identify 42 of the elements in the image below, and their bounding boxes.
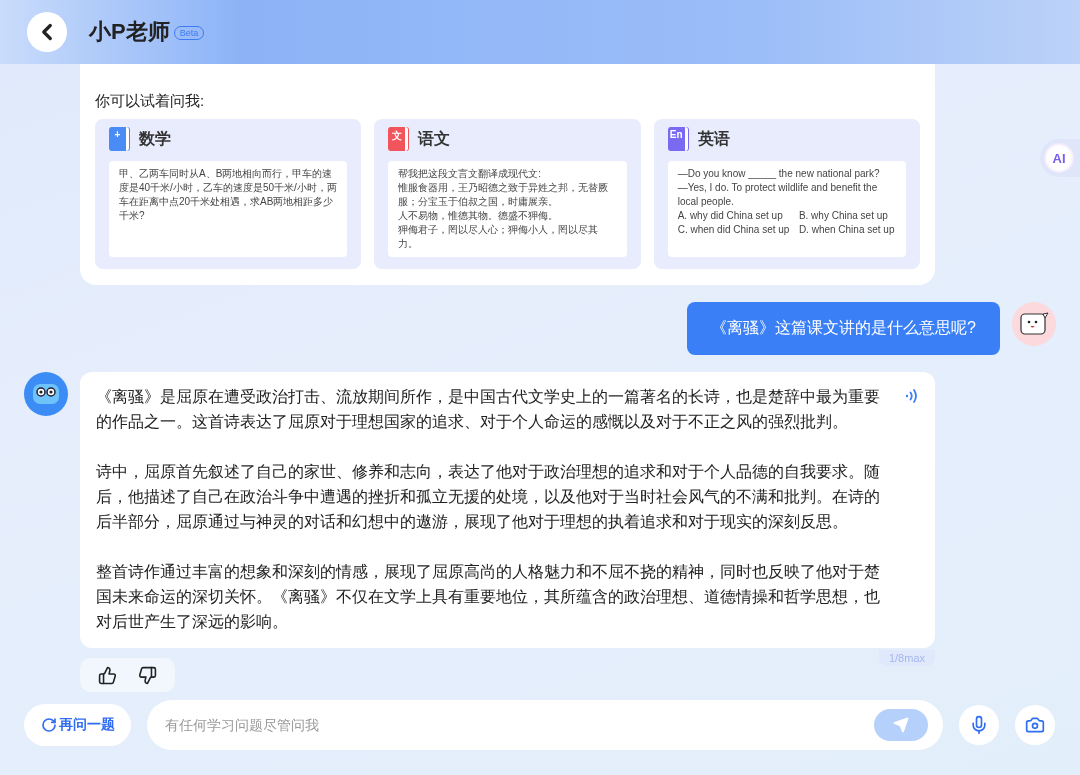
- answer-option: C. when did China set up: [677, 223, 791, 237]
- camera-button[interactable]: [1015, 705, 1055, 745]
- subject-card[interactable]: + 数学 甲、乙两车同时从A、B两地相向而行，甲车的速度是40千米/小时，乙车的速度是50千米/小时，两车在距离中点20千米处相遇，求AB两地相距多少千米?: [95, 119, 362, 269]
- question-line: —Do you know _____ the new national park?: [677, 167, 881, 181]
- subject-card[interactable]: 文 语文 帮我把这段文言文翻译成现代文: 惟服食器用，王乃昭德之致于异姓之邦，无替厥服；分宝玉于伯叔之国，时庸展亲。 人不易物，惟德其物。德盛不狎侮。 狎侮君子，罔以尽人心；狎侮小人，罔以尽其力。: [374, 119, 641, 269]
- subject-title: 数学: [139, 128, 171, 149]
- question-line: 帮我把这段文言文翻译成现代文:: [398, 167, 543, 181]
- microphone-icon[interactable]: [969, 715, 989, 735]
- answer-counter: 1/8max: [878, 650, 935, 666]
- question-line: 甲、乙两车同时从A、B两地相向而行，甲车的速度是40千米/小时，乙车的速度是50千米/小时，两车在距离中点20千米处相遇，求AB两地相距多少千米?: [119, 167, 338, 223]
- prompt-text: 你可以试着问我:: [95, 92, 206, 111]
- speaker-icon[interactable]: [904, 388, 920, 404]
- subject-title: 英语: [697, 128, 730, 149]
- answer-option: A. why did China set up: [677, 209, 791, 223]
- book-icon: +: [109, 127, 129, 151]
- answer-paragraph: 诗中，屈原首先叙述了自己的家世、修养和志向，表达了他对于政治理想的追求和对于个人品德的自我要求。随后，他描述了自己在政治斗争中遭遇的挫折和孤立无援的处境，以及他对于当时社会风气的不满和批判。在诗的后半部分，屈原通过与神灵的对话和幻想中的遨游，展现了他对于理想的执着追求和对于现实的深刻反思。: [96, 462, 881, 532]
- book-icon: 文: [388, 127, 409, 151]
- ai-button[interactable]: AI: [1040, 139, 1080, 177]
- book-icon: En: [667, 127, 688, 151]
- answer-paragraph: 整首诗作通过丰富的想象和深刻的情感，展现了屈原高尚的人格魅力和不屈不挠的精神，同时也反映了他对于楚国未来命运的深切关怀。《离骚》不仅在文学上具有重要地位，其所蕴含的政治理想、道德情操和哲学思想，也对后世产生了深远的影响。: [96, 562, 881, 632]
- thumbs-down-icon[interactable]: [137, 665, 157, 685]
- bot-avatar: [24, 372, 68, 416]
- microphone-button[interactable]: [959, 705, 999, 745]
- camera-icon[interactable]: [1025, 715, 1045, 735]
- back-button[interactable]: [27, 12, 67, 52]
- question-line: 狎侮君子，罔以尽人心；狎侮小人，罔以尽其力。: [398, 223, 600, 251]
- answer-option: B. why China set up: [798, 209, 896, 223]
- question-line: 惟服食器用，王乃昭德之致于异姓之邦，无替厥服；分宝玉于伯叔之国，时庸展亲。: [398, 181, 610, 209]
- page-title: 小P老师: [89, 18, 170, 46]
- thumbs-up-icon[interactable]: [98, 665, 118, 685]
- subject-title: 语文: [418, 128, 451, 149]
- input-bar[interactable]: 有任何学习问题尽管问我: [147, 700, 943, 750]
- question-line: —Yes, I do. To protect wildlife and benefit the local people.: [677, 181, 879, 209]
- answer-option: D. when China set up: [798, 223, 896, 237]
- question-line: 人不易物，惟德其物。德盛不狎侮。: [398, 209, 560, 223]
- refresh-icon: [40, 717, 57, 733]
- subject-card[interactable]: En 英语 —Do you know _____ the new national park? —Yes, I do. To protect wildlife and benefit the local people. A. why did China set up B. why China set up C. when did China set up D. when China set up: [653, 119, 920, 269]
- answer-paragraph: 《离骚》是屈原在遭受政治打击、流放期间所作，是中国古代文学史上的一篇著名的长诗，也是楚辞中最为重要的作品之一。这首诗表达了屈原对于理想国家的追求、对于个人命运的感慨以及对于不正之风的强烈批判。: [96, 387, 881, 432]
- ask-again-button[interactable]: 再问一题: [24, 704, 131, 746]
- user-avatar: [1012, 302, 1056, 346]
- question-input[interactable]: 有任何学习问题尽管问我: [163, 716, 874, 734]
- user-message: 《离骚》这篇课文讲的是什么意思呢?: [687, 302, 1000, 355]
